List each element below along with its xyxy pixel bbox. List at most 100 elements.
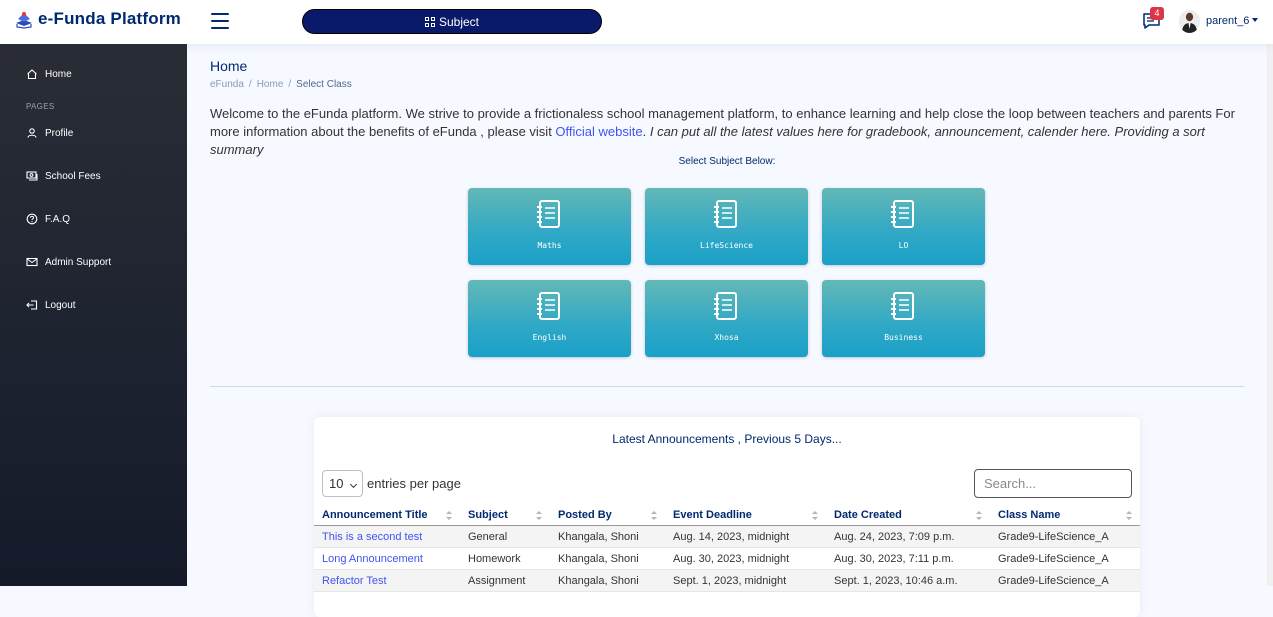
notebook-icon [537, 200, 560, 228]
top-header: e-Funda Platform Subject 4 parent_6 [0, 0, 1273, 44]
question-icon [26, 213, 38, 225]
sidebar-item-school-fees[interactable]: School Fees [26, 170, 101, 182]
table-cell: Aug. 14, 2023, midnight [665, 525, 826, 548]
page-length-label: entries per page [367, 476, 461, 491]
grid-icon [424, 16, 435, 27]
avatar-image [1179, 10, 1200, 33]
avatar[interactable] [1179, 10, 1200, 33]
notebook-icon [891, 292, 914, 320]
table-cell: Grade9-LifeScience_A [990, 547, 1140, 570]
table-cell: Aug. 30, 2023, midnight [665, 547, 826, 570]
sidebar-item-home[interactable]: Home [26, 68, 72, 80]
search-input[interactable]: Search... [974, 469, 1132, 498]
subject-tile-xhosa[interactable]: Xhosa [645, 280, 808, 357]
announcement-link[interactable]: Long Announcement [322, 553, 423, 565]
sidebar-item-faq[interactable]: F.A.Q [26, 213, 70, 225]
announcements-card: Latest Announcements , Previous 5 Days..… [314, 417, 1140, 617]
notebook-icon [891, 200, 914, 228]
sidebar-item-label: Admin Support [45, 256, 112, 268]
sidebar-item-label: School Fees [45, 170, 101, 182]
menu-toggle-button[interactable] [211, 13, 229, 29]
subject-tile-label: LO [898, 241, 909, 250]
sidebar-item-label: F.A.Q [45, 213, 71, 225]
table-cell: Khangala, Shoni [550, 569, 665, 592]
column-header-posted-by[interactable]: Posted By [550, 506, 665, 526]
subject-button[interactable]: Subject [302, 9, 602, 34]
subject-button-label: Subject [438, 14, 480, 29]
column-header-event-deadline[interactable]: Event Deadline [665, 506, 826, 526]
subject-tile-label: English [532, 333, 567, 342]
subject-tile-label: Xhosa [714, 333, 739, 342]
logout-icon [26, 300, 38, 310]
table-header-row: Announcement Title Subject Posted By Eve… [314, 506, 1140, 526]
subject-tile-lo[interactable]: LO [822, 188, 985, 265]
official-website-link[interactable]: Official website [555, 124, 642, 139]
notebook-icon [537, 292, 560, 320]
sidebar-item-profile[interactable]: Profile [26, 127, 73, 139]
sidebar-item-logout[interactable]: Logout [26, 299, 76, 311]
breadcrumb-item[interactable]: Home [257, 79, 284, 90]
table-cell: General [460, 525, 550, 548]
sort-icon [1126, 511, 1132, 521]
table-row: Refactor Test Assignment Khangala, Shoni… [314, 569, 1140, 592]
breadcrumb-current: Select Class [296, 79, 352, 90]
table-cell: Grade9-LifeScience_A [990, 569, 1140, 592]
subject-tile-label: Maths [537, 241, 562, 250]
subject-tile-lifescience[interactable]: LifeScience [645, 188, 808, 265]
column-header-date-created[interactable]: Date Created [826, 506, 990, 526]
table-cell: Sept. 1, 2023, midnight [665, 569, 826, 592]
welcome-text: Welcome to the eFunda platform. We striv… [210, 106, 1235, 157]
app-title: e-Funda Platform [38, 9, 181, 28]
sidebar-item-label: Profile [45, 127, 74, 139]
page-scrollbar[interactable] [1267, 0, 1273, 586]
announcements-table: Announcement Title Subject Posted By Eve… [314, 506, 1140, 592]
sidebar-section-heading: PAGES [26, 102, 55, 111]
breadcrumb: eFunda / Home / Select Class [210, 79, 352, 90]
sort-icon [651, 511, 657, 521]
sidebar-item-label: Home [45, 68, 72, 80]
subject-tile-business[interactable]: Business [822, 280, 985, 357]
page-length-select[interactable]: 10 [322, 470, 363, 497]
sort-icon [446, 511, 452, 521]
column-header-subject[interactable]: Subject [460, 506, 550, 526]
user-icon [27, 128, 37, 138]
column-header-class-name[interactable]: Class Name [990, 506, 1140, 526]
envelope-icon [26, 257, 38, 267]
user-menu-toggle[interactable]: parent_6 [1206, 15, 1258, 27]
column-header-title[interactable]: Announcement Title [314, 506, 460, 526]
table-row: This is a second test General Khangala, … [314, 525, 1140, 548]
page-title: Home [210, 58, 248, 74]
sidebar-item-label: Logout [45, 299, 76, 311]
divider [210, 386, 1244, 387]
sidebar: Home PAGES Profile School Fees F.A.Q Adm… [0, 44, 187, 586]
select-subject-label: Select Subject Below: [678, 156, 776, 167]
table-cell: Sept. 1, 2023, 10:46 a.m. [826, 569, 990, 592]
table-cell: Khangala, Shoni [550, 547, 665, 570]
main-content: Home eFunda / Home / Select Class Welcom… [187, 44, 1267, 617]
subject-tile-maths[interactable]: Maths [468, 188, 631, 265]
announcements-title: Latest Announcements , Previous 5 Days..… [612, 432, 842, 446]
breadcrumb-item[interactable]: eFunda [210, 79, 244, 90]
sort-icon [536, 511, 542, 521]
notification-badge: 4 [1150, 7, 1164, 20]
sidebar-item-admin-support[interactable]: Admin Support [26, 256, 111, 268]
logo-icon [16, 12, 32, 29]
announcement-link[interactable]: Refactor Test [322, 575, 387, 587]
table-cell: Aug. 24, 2023, 7:09 p.m. [826, 525, 990, 548]
subject-tile-english[interactable]: English [468, 280, 631, 357]
home-icon [27, 69, 37, 80]
subject-tile-label: LifeScience [700, 241, 753, 250]
table-cell: Khangala, Shoni [550, 525, 665, 548]
table-cell: Aug. 30, 2023, 7:11 p.m. [826, 547, 990, 570]
notebook-icon [714, 200, 737, 228]
sort-icon [812, 511, 818, 521]
notebook-icon [714, 292, 737, 320]
table-cell: Assignment [460, 569, 550, 592]
app-logo[interactable]: e-Funda Platform [14, 9, 181, 29]
subject-tile-label: Business [884, 333, 923, 342]
money-icon [26, 171, 38, 181]
sort-icon [976, 511, 982, 521]
table-cell: Homework [460, 547, 550, 570]
announcement-link[interactable]: This is a second test [322, 531, 422, 543]
table-row: Long Announcement Homework Khangala, Sho… [314, 547, 1140, 570]
